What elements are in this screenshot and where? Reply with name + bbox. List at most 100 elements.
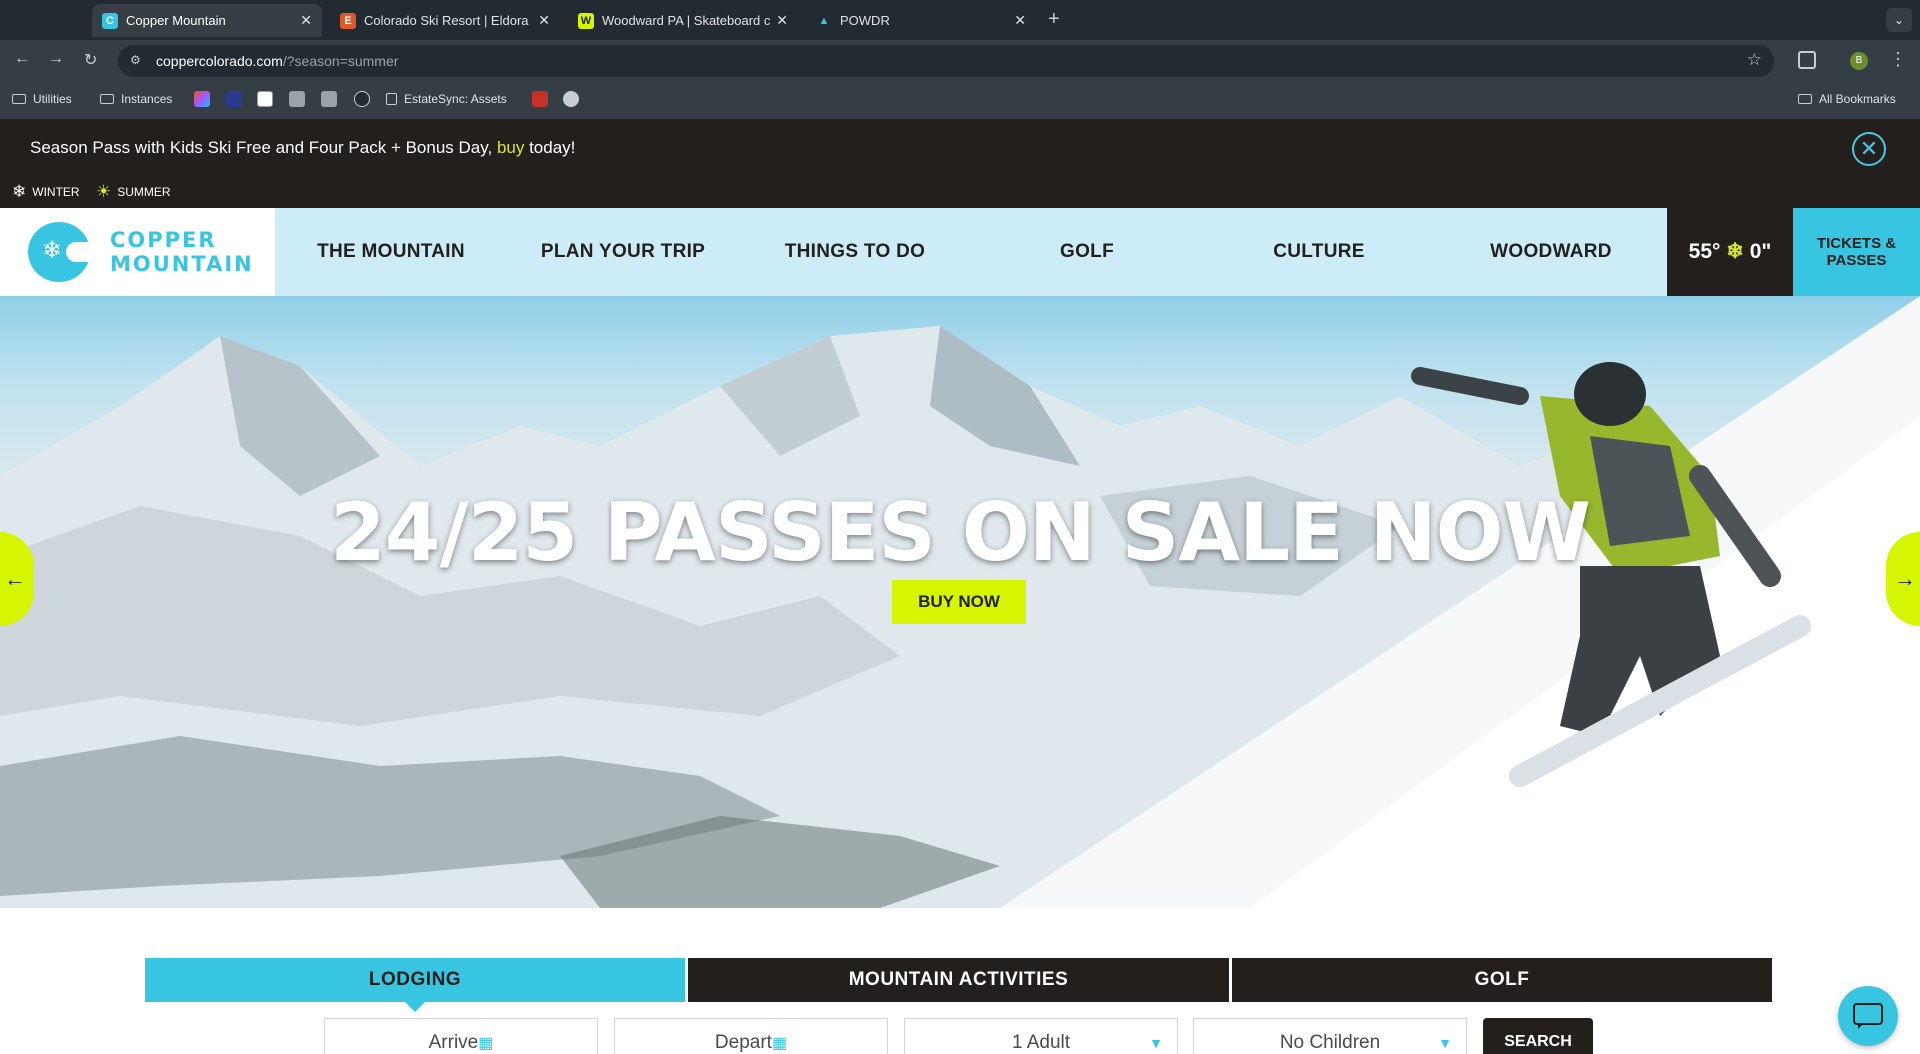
browser-menu-icon[interactable]: ⋮	[1889, 49, 1907, 70]
tab-label: Colorado Ski Resort | Eldora M	[364, 13, 533, 28]
u-bookmark-icon[interactable]	[226, 91, 242, 107]
forward-arrow-icon[interactable]: →	[48, 50, 64, 68]
bookmark-label: Utilities	[33, 92, 72, 106]
tickets-passes-button[interactable]: TICKETS & PASSES	[1793, 208, 1920, 296]
promo-buy-link[interactable]: buy	[497, 138, 524, 157]
calendar-icon: ▦	[478, 1035, 494, 1052]
folder-icon	[100, 94, 114, 104]
close-tab-icon[interactable]: ✕	[300, 12, 312, 29]
globe-bookmark-icon[interactable]	[563, 91, 579, 107]
nav-item-things-to-do[interactable]: THINGS TO DO	[739, 208, 971, 296]
buy-now-button[interactable]: BUY NOW	[892, 580, 1026, 624]
nav-item-woodward[interactable]: WOODWARD	[1435, 208, 1667, 296]
season-winter-label: WINTER	[32, 185, 80, 199]
hero-headline: 24/25 PASSES ON SALE NOW	[330, 486, 1591, 579]
address-bar[interactable]: ⚙ coppercolorado.com/?season=summer ☆	[118, 45, 1774, 77]
nav-item-plan-your-trip[interactable]: PLAN YOUR TRIP	[507, 208, 739, 296]
promo-text-start: Season Pass with Kids Ski Free and Four …	[30, 138, 497, 157]
weather-snowfall: 0"	[1749, 240, 1772, 263]
arrive-date-field[interactable]: Arrive▦	[324, 1018, 598, 1054]
chevron-down-icon: ▼	[1149, 1035, 1163, 1051]
tab-lodging[interactable]: LODGING	[145, 958, 685, 1012]
url-text: coppercolorado.com/?season=summer	[156, 53, 398, 69]
bookmark-all[interactable]: All Bookmarks	[1798, 92, 1896, 106]
tab-label: Copper Mountain	[126, 13, 226, 28]
tickets-label-line-2: PASSES	[1826, 252, 1887, 269]
bookmark-star-icon[interactable]: ☆	[1747, 50, 1762, 70]
browser-tab-powdr[interactable]: ▲ POWDR ✕	[806, 4, 1036, 37]
browser-tab-woodward[interactable]: W Woodward PA | Skateboard ca ✕	[568, 4, 798, 37]
bookmark-utilities[interactable]: Utilities	[12, 92, 72, 106]
folder-icon	[1798, 94, 1812, 104]
site-navigation: ❄ COPPER MOUNTAIN THE MOUNTAIN PLAN YOUR…	[0, 208, 1920, 296]
hero-carousel: 24/25 PASSES ON SALE NOW BUY NOW ← →	[0, 296, 1920, 908]
extensions-icon[interactable]	[1798, 51, 1816, 69]
tab-mountain-activities[interactable]: MOUNTAIN ACTIVITIES	[688, 958, 1229, 1002]
notion-bookmark-icon[interactable]	[257, 91, 273, 107]
chat-bubble-icon[interactable]	[1838, 986, 1898, 1046]
logo-line-1: COPPER	[110, 228, 217, 252]
browser-tab-eldora[interactable]: E Colorado Ski Resort | Eldora M ✕	[330, 4, 560, 37]
back-arrow-icon[interactable]: ←	[14, 50, 30, 68]
search-button[interactable]: SEARCH	[1483, 1018, 1593, 1054]
tab-lodging-label: LODGING	[368, 969, 462, 990]
copper-mountain-logo[interactable]: ❄ COPPER MOUNTAIN	[0, 208, 275, 296]
eldora-favicon-icon: E	[340, 12, 356, 29]
bookmark-label: EstateSync: Assets	[404, 92, 507, 106]
nav-item-the-mountain[interactable]: THE MOUNTAIN	[275, 208, 507, 296]
url-host: coppercolorado.com	[156, 53, 283, 69]
adults-select[interactable]: 1 Adult ▼	[904, 1018, 1178, 1054]
profile-avatar[interactable]: B	[1850, 52, 1868, 70]
active-tab-notch	[405, 1002, 425, 1012]
depart-date-field[interactable]: Depart▦	[614, 1018, 888, 1054]
adults-value: 1 Adult	[1011, 1032, 1071, 1053]
site-info-icon[interactable]: ⚙	[130, 53, 146, 69]
powdr-favicon-icon: ▲	[816, 12, 832, 29]
tickets-label-line-1: TICKETS &	[1816, 235, 1897, 252]
tab-search-chevron-icon[interactable]: ⌄	[1886, 8, 1912, 32]
browser-toolbar: ← → ↻ ⚙ coppercolorado.com/?season=summe…	[0, 40, 1920, 82]
promo-text-end: today!	[524, 138, 576, 157]
weather-widget[interactable]: 55° ❄ 0"	[1667, 208, 1793, 296]
bookmark-label: Instances	[121, 92, 173, 106]
generic-bookmark-icon[interactable]	[321, 91, 337, 107]
promo-banner: Season Pass with Kids Ski Free and Four …	[0, 120, 1920, 208]
close-promo-button[interactable]: ✕	[1852, 132, 1886, 166]
browser-tab-copper[interactable]: C Copper Mountain ✕	[92, 4, 322, 37]
depart-label: Depart	[714, 1032, 772, 1053]
close-tab-icon[interactable]: ✕	[776, 12, 788, 29]
logo-text: COPPER MOUNTAIN	[110, 228, 254, 276]
season-summer-label: SUMMER	[117, 185, 171, 199]
generic-bookmark-icon[interactable]	[289, 91, 305, 107]
chevron-down-icon: ▼	[1438, 1035, 1452, 1051]
promo-text: Season Pass with Kids Ski Free and Four …	[30, 138, 575, 158]
season-winter-toggle[interactable]: ❄ WINTER	[12, 182, 80, 202]
nav-item-golf[interactable]: GOLF	[971, 208, 1203, 296]
bookmark-instances[interactable]: Instances	[100, 92, 172, 106]
calendar-icon: ▦	[771, 1035, 788, 1052]
close-tab-icon[interactable]: ✕	[1014, 12, 1026, 29]
tab-golf[interactable]: GOLF	[1232, 958, 1772, 1002]
children-value: No Children	[1279, 1032, 1381, 1053]
red-bookmark-icon[interactable]	[532, 91, 548, 107]
logo-line-2: MOUNTAIN	[110, 252, 254, 276]
weather-temperature: 55°	[1688, 240, 1721, 263]
sun-icon: ☀	[96, 182, 112, 201]
github-bookmark-icon[interactable]	[354, 91, 370, 107]
bookmark-estatesync[interactable]: EstateSync: Assets	[386, 92, 507, 106]
reload-icon[interactable]: ↻	[84, 50, 97, 70]
document-icon	[386, 93, 397, 105]
season-summer-toggle[interactable]: ☀ SUMMER	[96, 182, 171, 202]
arrive-label: Arrive	[428, 1032, 479, 1053]
figma-bookmark-icon[interactable]	[194, 91, 210, 107]
children-select[interactable]: No Children ▼	[1193, 1018, 1467, 1054]
new-tab-button[interactable]: +	[1048, 8, 1060, 31]
browser-tab-bar: C Copper Mountain ✕ E Colorado Ski Resor…	[0, 0, 1920, 40]
url-path: /?season=summer	[282, 53, 399, 69]
tab-label: Woodward PA | Skateboard ca	[602, 13, 771, 28]
snowflake-icon: ❄	[1726, 240, 1744, 263]
close-tab-icon[interactable]: ✕	[538, 12, 550, 29]
nav-item-culture[interactable]: CULTURE	[1203, 208, 1435, 296]
folder-icon	[12, 94, 26, 104]
snowflake-icon: ❄	[12, 182, 27, 201]
